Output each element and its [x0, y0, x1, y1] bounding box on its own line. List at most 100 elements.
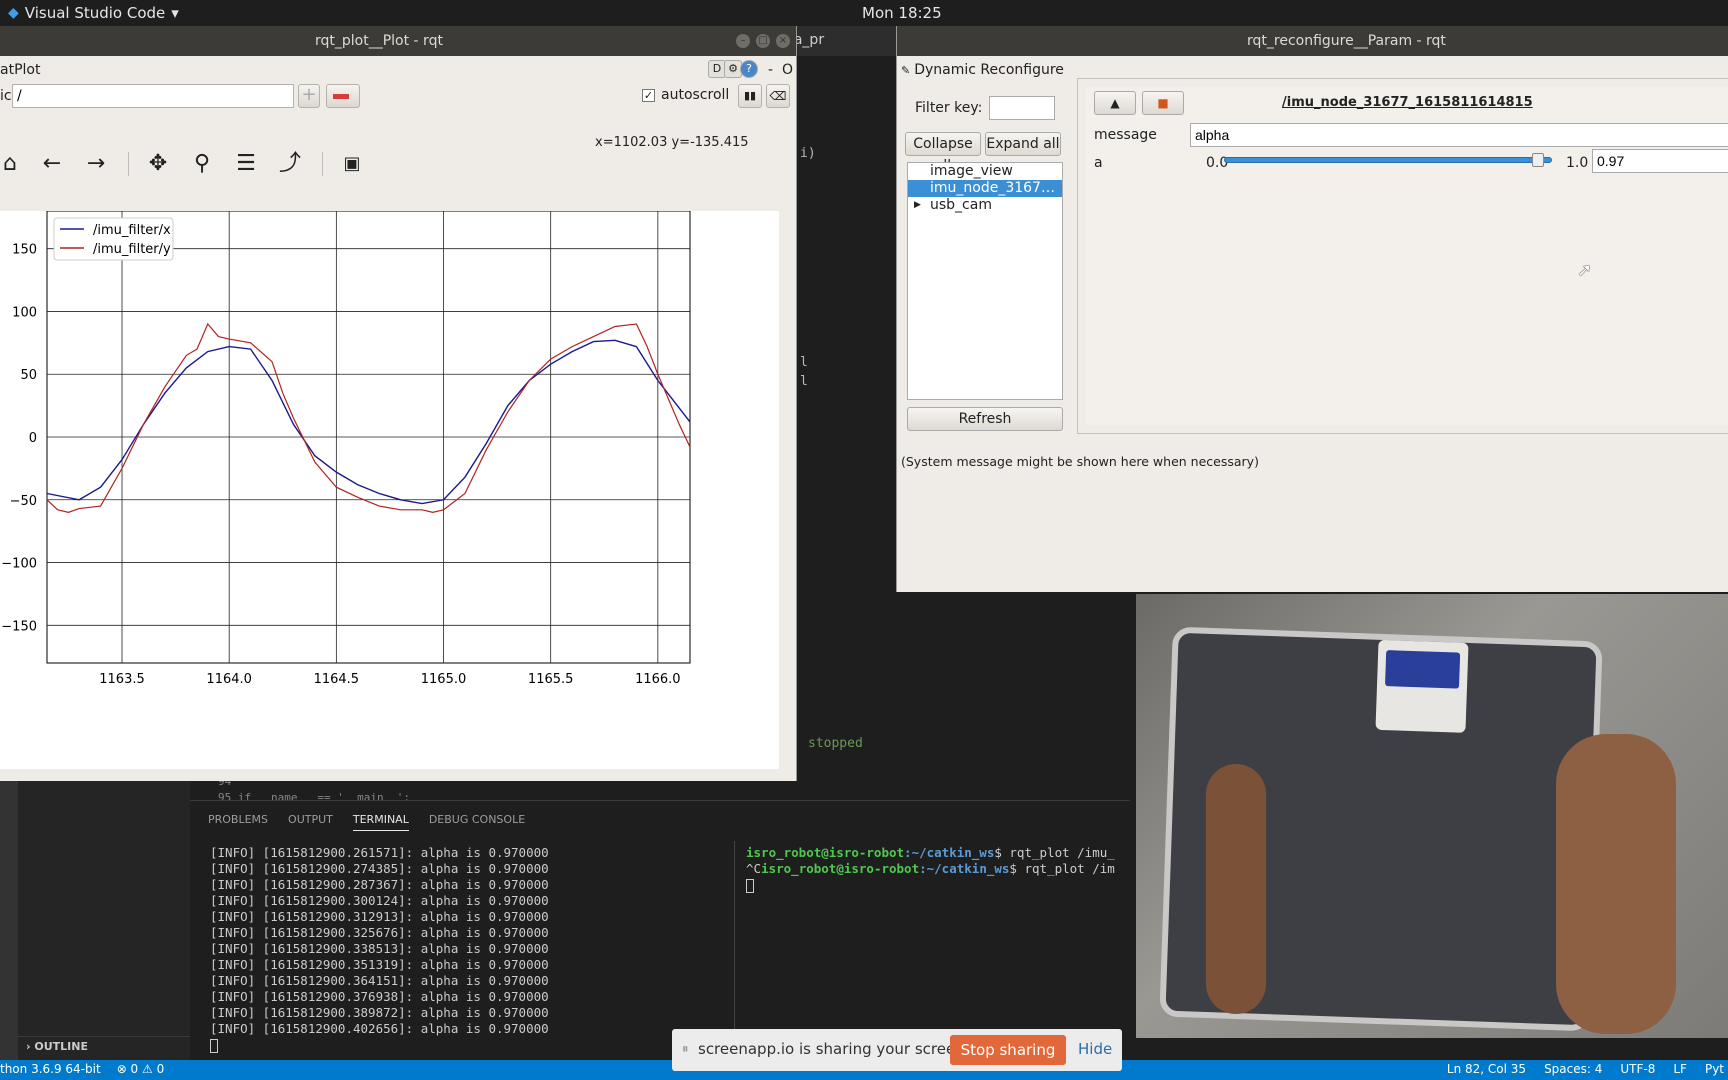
topic-input[interactable] — [12, 84, 294, 108]
code-fragment: i) — [800, 146, 816, 161]
node-tree[interactable]: image_view imu_node_3167… ▶ usb_cam — [907, 162, 1063, 400]
pan-icon[interactable]: ✥ — [144, 150, 172, 178]
tab-debug-console[interactable]: DEBUG CONSOLE — [429, 813, 525, 831]
edit-axis-icon[interactable]: ⤴ — [276, 150, 304, 178]
param-message-label: message — [1094, 127, 1157, 143]
terminal-cursor — [210, 1038, 218, 1053]
tab-output[interactable]: OUTPUT — [288, 813, 333, 831]
prompt-path: :~/catkin_ws — [904, 845, 995, 860]
tree-item-selected[interactable]: imu_node_3167… — [908, 180, 1062, 197]
terminal-line: [INFO] [1615812900.364151]: alpha is 0.9… — [210, 973, 549, 988]
refresh-button[interactable]: Refresh — [907, 407, 1063, 431]
legend-label: /imu_filter/y — [93, 242, 171, 257]
vscode-icon: ◆ — [8, 5, 19, 21]
prompt-interrupt: ^C — [746, 861, 762, 876]
tree-item[interactable]: image_view — [908, 163, 1062, 180]
y-tick-label: −150 — [1, 619, 37, 634]
hand-photo — [1556, 734, 1676, 1034]
filter-key-label: Filter key: — [915, 100, 983, 116]
tab-problems[interactable]: PROBLEMS — [208, 813, 268, 831]
cursor-position[interactable]: Ln 82, Col 35 — [1447, 1062, 1526, 1076]
terminal-line: [INFO] [1615812900.376938]: alpha is 0.9… — [210, 989, 549, 1004]
add-topic-button[interactable]: + — [298, 84, 320, 108]
y-tick-label: 150 — [12, 243, 37, 258]
minimize-dock-icon[interactable]: - — [768, 62, 773, 78]
load-icon[interactable]: ▲ — [1094, 91, 1136, 115]
terminal-cursor — [746, 878, 754, 893]
line-ending[interactable]: LF — [1673, 1062, 1687, 1076]
param-message-input[interactable] — [1190, 123, 1728, 147]
pause-button[interactable]: ▮▮ — [738, 84, 762, 108]
y-tick-label: −50 — [10, 494, 37, 509]
language-mode[interactable]: Pyt — [1705, 1062, 1724, 1076]
close-dock-icon[interactable]: O — [782, 62, 793, 78]
checkbox-checked-icon: ✓ — [642, 88, 655, 102]
terminal-line: [INFO] [1615812900.274385]: alpha is 0.9… — [210, 861, 549, 876]
help-icon[interactable]: ? — [740, 60, 758, 78]
indentation[interactable]: Spaces: 4 — [1544, 1062, 1602, 1076]
tree-item-label: usb_cam — [930, 197, 992, 213]
tab-terminal[interactable]: TERMINAL — [352, 813, 409, 831]
system-message: (System message might be shown here when… — [901, 454, 1259, 469]
share-text: screenapp.io is sharing your screen. — [698, 1040, 970, 1058]
clear-button[interactable]: ⌫ — [766, 84, 790, 108]
app-menu-label: Visual Studio Code — [24, 4, 166, 22]
minus-icon — [333, 94, 349, 99]
plot-window-titlebar[interactable]: rqt_plot__Plot - rqt – □ × — [0, 26, 796, 56]
outline-section[interactable]: › OUTLINE — [18, 1036, 190, 1056]
back-arrow-icon[interactable]: ← — [38, 150, 66, 178]
legend-label: /imu_filter/x — [93, 223, 171, 238]
y-tick-label: 100 — [12, 305, 37, 320]
terminal-left[interactable]: [INFO] [1615812900.261571]: alpha is 0.9… — [210, 845, 549, 1053]
node-param-group: ▲ ■ /imu_node_31677_1615811614815 messag… — [1086, 87, 1728, 425]
param-a-label: a — [1094, 155, 1103, 171]
clock[interactable]: Mon 18:25 — [862, 4, 942, 22]
webcam-feed — [1136, 594, 1728, 1038]
filter-key-input[interactable] — [989, 96, 1055, 120]
node-header: /imu_node_31677_1615811614815 — [1282, 95, 1533, 110]
expand-arrow-icon[interactable]: ▶ — [914, 197, 921, 214]
cursor-coordinates: x=1102.03 y=-135.415 — [595, 135, 749, 150]
problems-count[interactable]: ⊗ 0 ⚠ 0 — [117, 1062, 165, 1076]
window-title: rqt_reconfigure__Param - rqt — [1247, 33, 1446, 49]
slider-handle[interactable] — [1531, 153, 1544, 167]
x-tick-label: 1165.5 — [528, 672, 574, 687]
maximize-button[interactable]: □ — [756, 34, 770, 48]
prompt-command: $ rqt_plot /imu_ — [994, 845, 1115, 860]
plot-canvas[interactable]: 1163.5 1164.0 1164.5 1165.0 1165.5 1166.0 150 1… — [0, 210, 779, 769]
terminal-split-divider[interactable] — [734, 841, 735, 1051]
close-button[interactable]: × — [776, 34, 790, 48]
save-folder-icon[interactable]: ■ — [1142, 91, 1184, 115]
terminal-line: [INFO] [1615812900.338513]: alpha is 0.9… — [210, 941, 549, 956]
reconfigure-window-titlebar[interactable]: rqt_reconfigure__Param - rqt — [897, 26, 1728, 56]
python-interpreter[interactable]: thon 3.6.9 64-bit — [0, 1062, 101, 1076]
x-tick-label: 1165.0 — [421, 672, 467, 687]
terminal-line: [INFO] [1615812900.325676]: alpha is 0.9… — [210, 925, 549, 940]
rqt-plot-window: rqt_plot__Plot - rqt – □ × atPlot D ⚙ ? … — [0, 26, 797, 781]
expand-all-button[interactable]: Expand all — [985, 132, 1061, 156]
zoom-icon[interactable]: ⚲ — [188, 150, 216, 178]
hide-button[interactable]: Hide — [1078, 1040, 1112, 1058]
tree-item[interactable]: ▶ usb_cam — [908, 197, 1062, 214]
param-a-slider[interactable] — [1224, 153, 1552, 167]
terminal-right[interactable]: isro_robot@isro-robot:~/catkin_ws$ rqt_p… — [746, 845, 1115, 893]
forward-arrow-icon[interactable]: → — [82, 150, 110, 178]
drag-handle-icon[interactable]: ⏸ — [682, 1042, 689, 1057]
remove-topic-button[interactable] — [326, 84, 360, 108]
y-tick-label: 0 — [29, 431, 37, 446]
autoscroll-checkbox[interactable]: ✓ autoscroll — [642, 87, 729, 103]
save-icon[interactable]: ▣ — [338, 150, 366, 178]
terminal-line: [INFO] [1615812900.389872]: alpha is 0.9… — [210, 1005, 549, 1020]
stop-sharing-button[interactable]: Stop sharing — [950, 1035, 1066, 1065]
mouse-cursor-icon: ➚ — [1577, 260, 1593, 281]
configure-subplots-icon[interactable]: ☰ — [232, 150, 260, 178]
collapse-all-button[interactable]: Collapse all — [905, 132, 981, 174]
minimize-button[interactable]: – — [736, 34, 750, 48]
y-tick-label: 50 — [20, 368, 37, 383]
home-icon[interactable]: ⌂ — [0, 150, 24, 178]
encoding[interactable]: UTF-8 — [1620, 1062, 1655, 1076]
app-menu[interactable]: ◆ Visual Studio Code ▾ — [8, 4, 179, 22]
screen-share-banner: ⏸ screenapp.io is sharing your screen. S… — [672, 1029, 1122, 1071]
param-a-input[interactable] — [1592, 149, 1728, 173]
plot-chart[interactable]: 1163.5 1164.0 1164.5 1165.0 1165.5 1166.0 150 1… — [0, 210, 779, 769]
